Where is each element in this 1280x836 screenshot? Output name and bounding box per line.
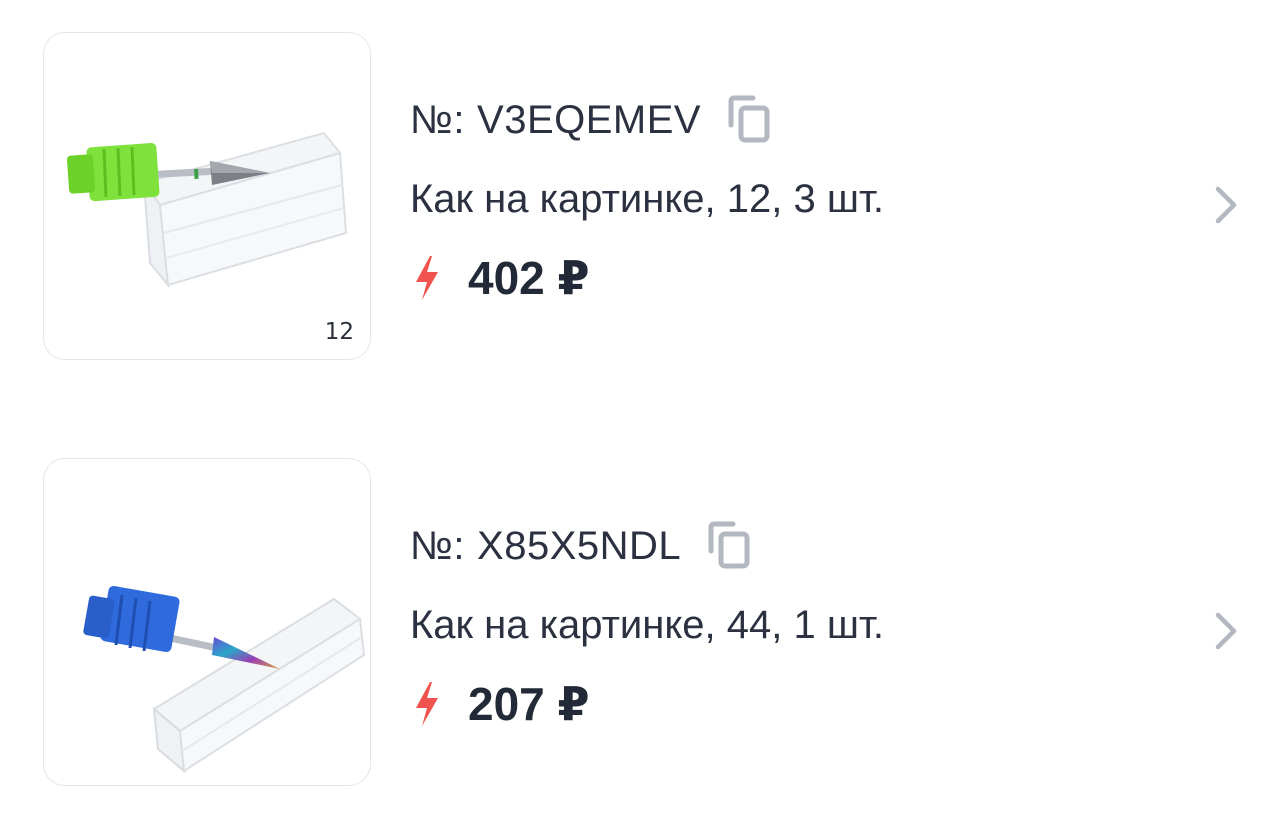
variant-text: Как на картинке, 12, 3 шт. <box>410 177 884 221</box>
lightning-icon <box>416 682 438 726</box>
product-list: 12 №: V3EQEMEV Как на картинке, 12, 3 шт… <box>0 0 1280 836</box>
chevron-right-icon[interactable] <box>1210 183 1240 227</box>
sku-code: V3EQEMEV <box>477 97 702 142</box>
sku-prefix: №: <box>410 97 466 142</box>
product-info: №: V3EQEMEV Как на картинке, 12, 3 шт. 4… <box>410 92 1170 306</box>
price-row: 402 ₽ <box>410 250 1170 306</box>
list-item[interactable]: 12 №: V3EQEMEV Как на картинке, 12, 3 шт… <box>0 32 1280 362</box>
lightning-icon <box>416 256 438 300</box>
price-row: 207 ₽ <box>410 676 1170 732</box>
product-thumbnail[interactable] <box>43 458 371 786</box>
price: 402 ₽ <box>468 252 590 304</box>
copy-icon[interactable] <box>707 521 753 571</box>
sku-row: №: V3EQEMEV <box>410 92 1170 148</box>
product-info: №: X85X5NDL Как на картинке, 44, 1 шт. 2… <box>410 518 1170 732</box>
price: 207 ₽ <box>468 678 590 730</box>
chevron-right-icon[interactable] <box>1210 609 1240 653</box>
product-image <box>66 131 348 289</box>
sku-code: X85X5NDL <box>477 523 682 568</box>
list-item[interactable]: №: X85X5NDL Как на картинке, 44, 1 шт. 2… <box>0 458 1280 788</box>
sku-prefix: №: <box>410 523 466 568</box>
sku-row: №: X85X5NDL <box>410 518 1170 574</box>
variant-text: Как на картинке, 44, 1 шт. <box>410 603 884 647</box>
copy-icon[interactable] <box>727 95 773 145</box>
thumbnail-caption: 12 <box>324 319 354 345</box>
product-thumbnail[interactable]: 12 <box>43 32 371 360</box>
product-image <box>83 585 366 774</box>
